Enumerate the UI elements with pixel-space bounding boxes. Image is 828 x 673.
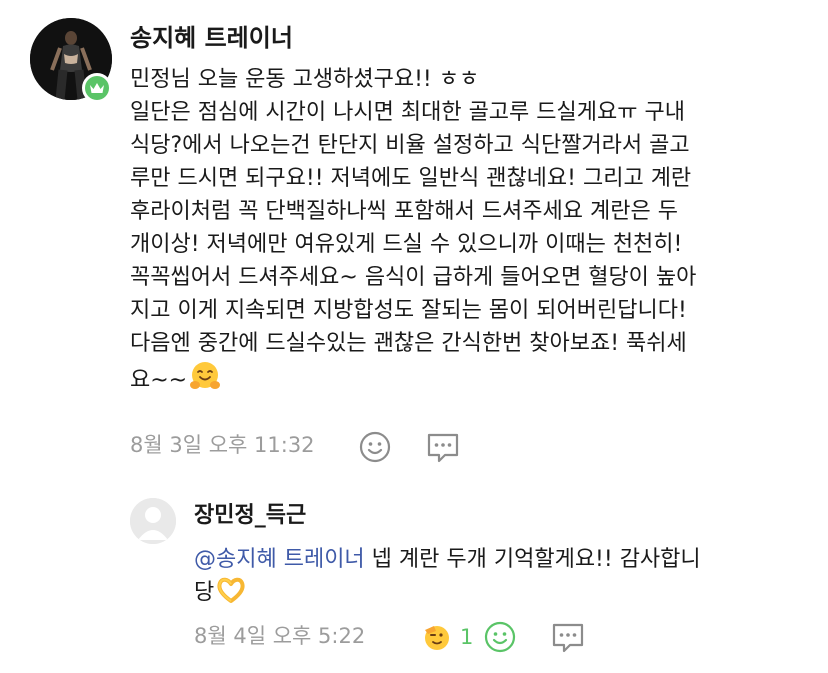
smiley-reaction-icon[interactable] <box>483 620 517 654</box>
comment-text: 민정님 오늘 운동 고생하셨구요!! ㅎㅎ 일단은 점심에 시간이 나시면 최대… <box>130 63 810 402</box>
comment-author-name[interactable]: 송지혜 트레이너 <box>130 20 293 56</box>
comment-line: 개이상! 저녁에만 여유있게 드실 수 있으니까 이때는 천천히! <box>130 232 683 257</box>
comment-reply-icon[interactable] <box>425 431 461 465</box>
reply-line-text: 넵 계란 두개 기억할게요!! 감사합니 <box>364 547 701 572</box>
reaction-summary[interactable]: 1 <box>422 622 473 652</box>
mention-link[interactable]: @송지혜 트레이너 <box>194 547 365 572</box>
reply-line-text: 당 <box>194 580 215 605</box>
heart-hands-emoji <box>216 576 246 614</box>
comment-line: 지고 이게 지속되면 지방합성도 잘되는 몸이 되어버린답니다! <box>130 298 687 323</box>
reaction-count: 1 <box>460 625 474 649</box>
comment-reply-icon[interactable] <box>550 621 586 655</box>
comment-line: 꼭꼭씹어서 드셔주세요~ 음식이 급하게 들어오면 혈당이 높아 <box>130 265 697 290</box>
comment-line: 후라이처럼 꼭 단백질하나씩 포함해서 드셔주세요 계란은 두 <box>130 199 678 224</box>
comment-line: 다음엔 중간에 드실수있는 괜찮은 간식한번 찾아보죠! 푹쉬세 <box>130 331 687 356</box>
saluting-face-emoji <box>425 626 449 650</box>
comment-line: 루만 드시면 되구요!! 저녁에도 일반식 괜찮네요! 그리고 계란 <box>130 166 692 191</box>
smiley-reaction-icon[interactable] <box>358 430 392 464</box>
reply-line: 당 <box>194 576 804 614</box>
reply-author-name[interactable]: 장민정_득근 <box>194 500 306 532</box>
reply-line: @송지혜 트레이너 넵 계란 두개 기억할게요!! 감사합니 <box>194 543 804 576</box>
crown-icon <box>82 73 112 103</box>
comment-line: 식당?에서 나오는건 탄단지 비율 설정하고 식단짤거라서 골고 <box>130 133 690 158</box>
comment-line: 요~~ <box>130 368 188 393</box>
reply-text: @송지혜 트레이너 넵 계란 두개 기억할게요!! 감사합니 당 <box>194 543 804 614</box>
comment-line-last: 요~~ <box>130 360 810 402</box>
comment-line: 일단은 점심에 시간이 나시면 최대한 골고루 드실게요ㅠ 구내 <box>130 100 685 125</box>
hugging-face-emoji <box>189 360 221 402</box>
reply-timestamp: 8월 4일 오후 5:22 <box>194 624 366 648</box>
comment-line: 민정님 오늘 운동 고생하셨구요!! ㅎㅎ <box>130 67 480 92</box>
comment-timestamp: 8월 3일 오후 11:32 <box>130 433 315 457</box>
default-profile-icon[interactable] <box>130 498 176 544</box>
